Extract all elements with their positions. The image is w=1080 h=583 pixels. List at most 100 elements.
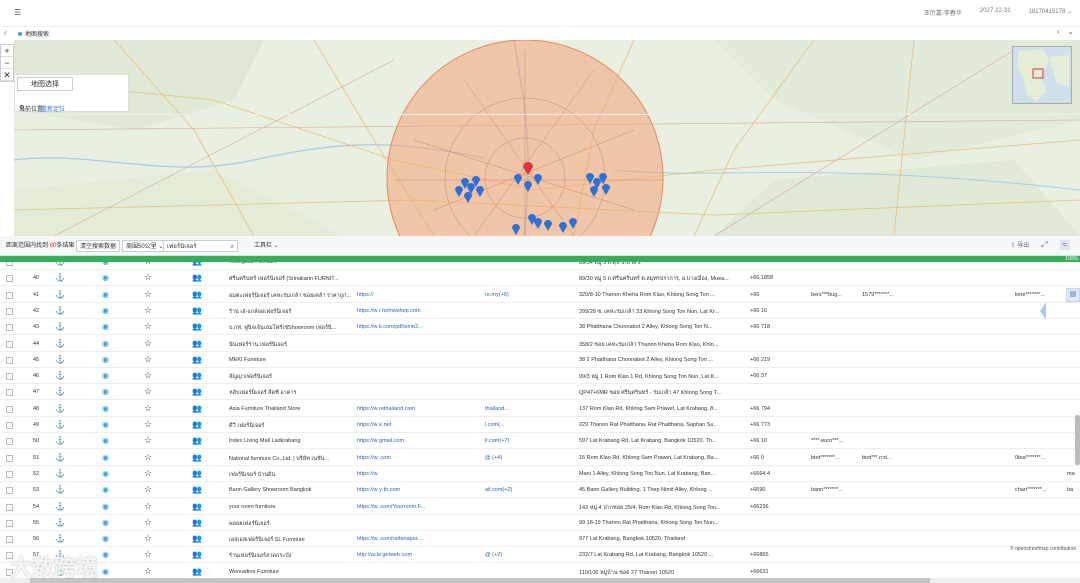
anchor-icon[interactable]: ⚓	[55, 273, 65, 282]
map-view[interactable]	[14, 40, 1080, 236]
table-row[interactable]: 44 ⚓ ◉ ☆ 👥 นันเฟอร์ร่าน เฟอร์นิเจอร์ 358/2 ซอย…	[0, 336, 1080, 352]
location-icon[interactable]: ◉	[102, 469, 109, 478]
contacts-icon[interactable]: 👥	[192, 502, 202, 511]
location-icon[interactable]: ◉	[102, 322, 109, 331]
row-checkbox[interactable]	[6, 438, 13, 446]
website-link[interactable]: https://w .com	[357, 455, 482, 461]
contacts-icon[interactable]: 👥	[192, 404, 202, 413]
contacts-icon[interactable]: 👥	[192, 273, 202, 282]
anchor-icon[interactable]: ⚓	[55, 290, 65, 299]
star-icon[interactable]: ☆	[144, 484, 152, 495]
table-row[interactable]: 46 ⚓ ◉ ☆ 👥 สัญญาเฟอร์นิเจอร์ 99/3 หมู่ 1 Rom K…	[0, 368, 1080, 385]
location-icon[interactable]: ◉	[102, 371, 109, 380]
clear-search-button[interactable]: 清空搜索数据	[76, 240, 121, 252]
location-icon[interactable]: ◉	[102, 290, 109, 299]
anchor-icon[interactable]: ⚓	[55, 387, 65, 396]
table-row[interactable]: 53 ⚓ ◉ ☆ 👥 Bann Gallery Showroom Bangkok https…	[0, 482, 1080, 499]
star-icon[interactable]: ☆	[144, 566, 152, 577]
contacts-icon[interactable]: 👥	[192, 322, 202, 331]
horizontal-scrollbar[interactable]	[0, 578, 1080, 583]
website-link[interactable]: https://w i-furlnwshop.com	[357, 308, 482, 314]
star-icon[interactable]: ☆	[144, 370, 152, 381]
table-row[interactable]: ⚓ ◉ ☆ 👥 Koungthai Furniture 89/34 หมู่ 5 ถ.สุ…	[0, 262, 1080, 270]
star-icon[interactable]: ☆	[144, 321, 152, 332]
collapse-icon[interactable]: ≈	[1059, 240, 1070, 250]
email-link[interactable]: @ (+2)	[485, 552, 575, 558]
zoom-in-button[interactable]: +	[1, 45, 13, 57]
anchor-icon[interactable]: ⚓	[55, 485, 65, 494]
location-icon[interactable]: ◉	[102, 355, 109, 364]
minimap[interactable]	[1012, 46, 1072, 104]
table-row[interactable]: 41 ⚓ ◉ ☆ 👥 อมตะเฟอร์นิเจอร์ เคหะร่มเกล้า ซอยเ…	[0, 287, 1080, 303]
email-link[interactable]: thailand...	[485, 406, 575, 412]
contacts-icon[interactable]: 👥	[192, 306, 202, 315]
vertical-scrollbar[interactable]	[1075, 415, 1080, 465]
table-row[interactable]: 56 ⚓ ◉ ☆ 👥 เอสเอสเฟอร์นิเจอร์ SL Furniture htt…	[0, 531, 1080, 548]
search-icon[interactable]: ⌕	[231, 241, 234, 253]
website-link[interactable]: https://w	[357, 471, 482, 477]
contacts-icon[interactable]: 👥	[192, 387, 202, 396]
user-name[interactable]: 亚历嘉-李春华	[924, 8, 962, 17]
anchor-icon[interactable]: ⚓	[55, 436, 65, 445]
map-canvas[interactable]	[14, 40, 1080, 236]
email-link[interactable]: re.my(+6)	[485, 292, 575, 298]
row-checkbox[interactable]	[6, 487, 13, 495]
row-checkbox[interactable]	[6, 340, 13, 348]
star-icon[interactable]: ☆	[144, 403, 152, 414]
star-icon[interactable]: ☆	[144, 338, 152, 349]
website-link[interactable]: http://acla getweb.com	[357, 552, 482, 558]
relocate-link[interactable]: 重新定位	[41, 104, 65, 113]
location-icon[interactable]: ◉	[102, 404, 109, 413]
table-row[interactable]: 51 ⚓ ◉ ☆ 👥 National furniture Co.,Ltd. | บริษ…	[0, 450, 1080, 466]
star-icon[interactable]: ☆	[144, 452, 152, 463]
anchor-icon[interactable]: ⚓	[55, 371, 65, 380]
location-icon[interactable]: ◉	[102, 534, 109, 543]
website-link[interactable]: https://w k.com/pdhome2...	[357, 324, 482, 330]
anchor-icon[interactable]: ⚓	[55, 518, 65, 527]
row-checkbox[interactable]	[6, 536, 13, 544]
star-icon[interactable]: ☆	[144, 272, 152, 283]
star-icon[interactable]: ☆	[144, 468, 152, 479]
row-checkbox[interactable]	[6, 275, 13, 283]
star-icon[interactable]: ☆	[144, 435, 152, 446]
contacts-icon[interactable]: 👥	[192, 355, 202, 364]
star-icon[interactable]: ☆	[144, 305, 152, 316]
search-input[interactable]: เฟอร์นิเจอร์ ⌕	[163, 240, 238, 252]
email-link[interactable]: @ (+4)	[485, 455, 575, 461]
star-icon[interactable]: ☆	[144, 262, 152, 267]
anchor-icon[interactable]: ⚓	[55, 469, 65, 478]
table-row[interactable]: 40 ⚓ ◉ ☆ 👥 ศรีนครินทร์ เฟอร์นิเจอร์ (Srinakar…	[0, 270, 1080, 287]
website-link[interactable]: https://w rethailand.com	[357, 406, 482, 412]
menu-icon[interactable]: ☰	[14, 8, 21, 17]
contacts-icon[interactable]: 👥	[192, 453, 202, 462]
contacts-icon[interactable]: 👥	[192, 420, 202, 429]
email-link[interactable]: l.com(...	[485, 422, 575, 428]
website-link[interactable]: https://w y-th.com	[357, 487, 482, 493]
star-icon[interactable]: ☆	[144, 419, 152, 430]
table-row[interactable]: 43 ⚓ ◉ ☆ 👥 บ.กท. ฟูนิจเจ้นเฮมโฟร์เซ่Showroom …	[0, 319, 1080, 336]
contacts-icon[interactable]: 👥	[192, 436, 202, 445]
chevron-down-icon[interactable]: ⌄	[1067, 27, 1074, 36]
contacts-icon[interactable]: 👥	[192, 262, 202, 266]
anchor-icon[interactable]: ⚓	[55, 420, 65, 429]
contacts-icon[interactable]: 👥	[192, 518, 202, 527]
table-row[interactable]: 42 ⚓ ◉ ☆ 👥 ร้าน เอ๋-แกล้ออเฟอร์นิเจอร์ https:/…	[0, 303, 1080, 319]
location-icon[interactable]: ◉	[102, 420, 109, 429]
row-checkbox[interactable]	[6, 519, 13, 527]
contacts-icon[interactable]: 👥	[192, 550, 202, 559]
table-row[interactable]: 47 ⚓ ◉ ☆ 👥 หลับเฟอร์นิเจอร์ ลีดซี อาคาร QP47+6…	[0, 384, 1080, 401]
star-icon[interactable]: ☆	[144, 533, 152, 544]
contacts-icon[interactable]: 👥	[192, 567, 202, 576]
table-row[interactable]: 48 ⚓ ◉ ☆ 👥 Asia Furniture Thailand Store https…	[0, 401, 1080, 417]
zoom-out-button[interactable]: −	[1, 57, 13, 69]
side-panel-button[interactable]: ▤	[1066, 288, 1080, 302]
row-checkbox[interactable]	[6, 454, 13, 462]
website-link[interactable]: https://w .com/Yourroom.F...	[357, 504, 482, 510]
location-icon[interactable]: ◉	[102, 453, 109, 462]
table-row[interactable]: 49 ⚓ ◉ ☆ 👥 ดีวี เฟอร์นิเจอร์ https://w e.net l.…	[0, 417, 1080, 433]
location-icon[interactable]: ◉	[102, 436, 109, 445]
row-checkbox[interactable]	[6, 356, 13, 364]
row-checkbox[interactable]	[6, 503, 13, 511]
location-icon[interactable]: ◉	[102, 387, 109, 396]
location-icon[interactable]: ◉	[102, 273, 109, 282]
